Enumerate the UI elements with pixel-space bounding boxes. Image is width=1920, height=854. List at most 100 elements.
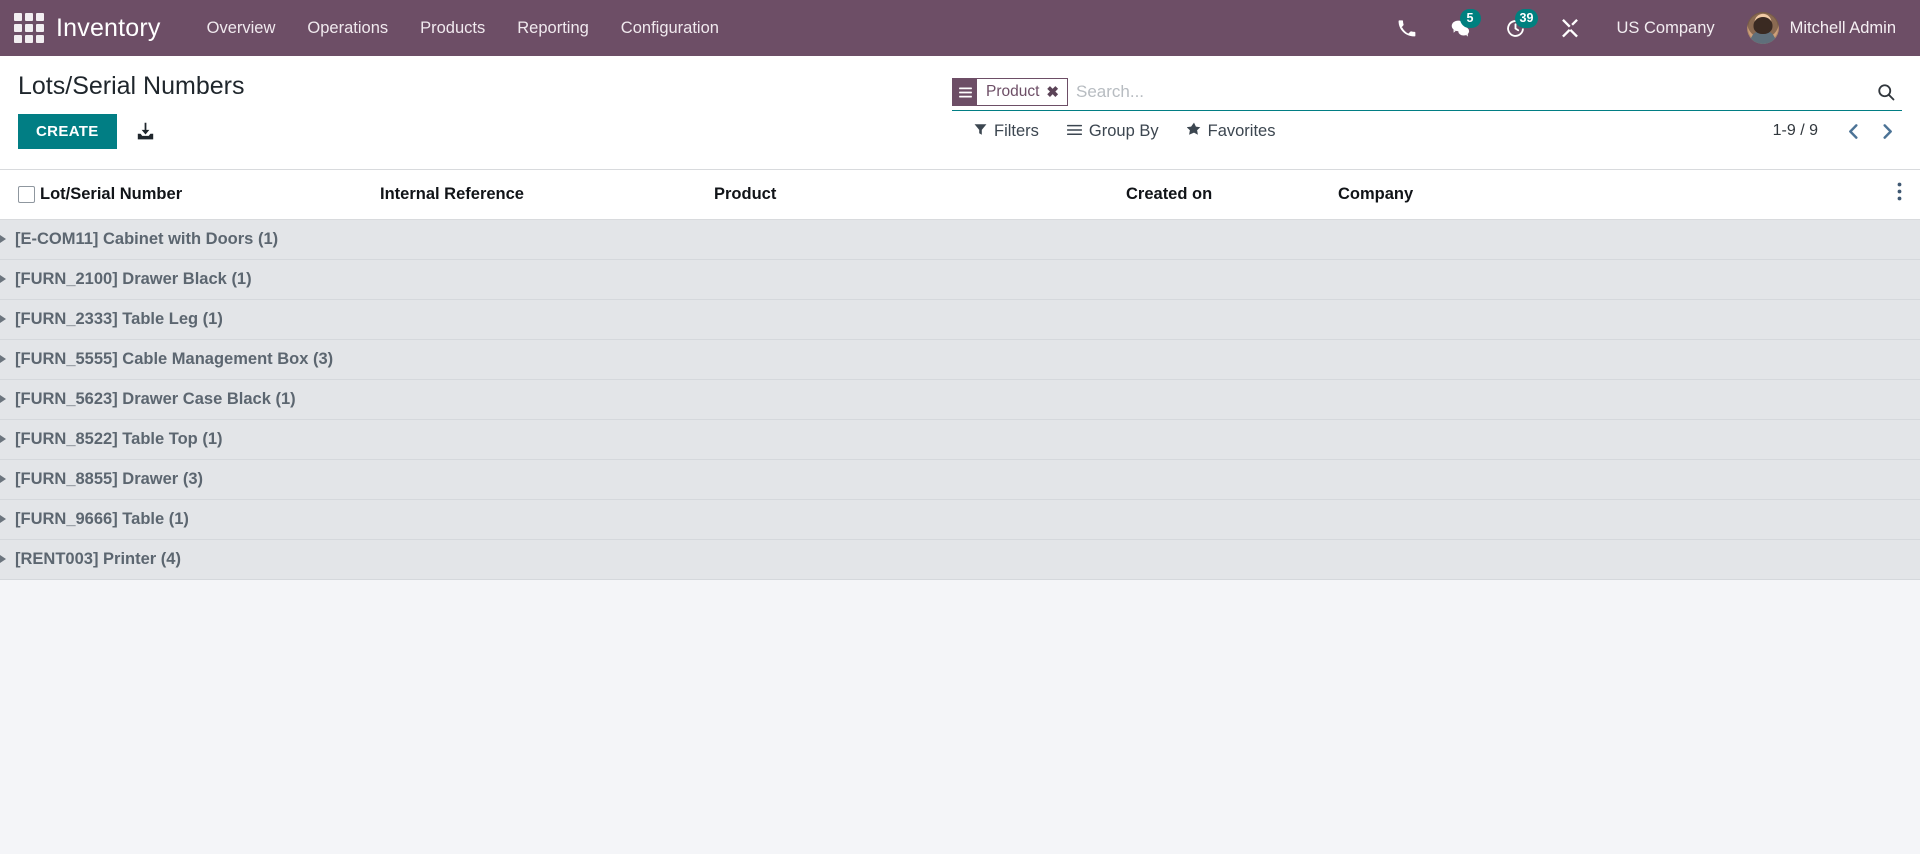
company-switcher[interactable]: US Company <box>1597 19 1735 38</box>
filter-funnel-icon <box>974 123 987 140</box>
user-name: Mitchell Admin <box>1789 18 1896 37</box>
table-group-row[interactable]: [FURN_5555] Cable Management Box (3) <box>0 339 1920 380</box>
list-view: Lot/Serial Number Internal Reference Pro… <box>0 170 1920 780</box>
pager-next-button[interactable] <box>1872 116 1902 146</box>
app-brand-title[interactable]: Inventory <box>56 14 161 43</box>
chevron-right-icon[interactable] <box>0 275 6 283</box>
filters-dropdown[interactable]: Filters <box>974 123 1039 140</box>
filters-label: Filters <box>994 121 1039 140</box>
search-zone: Product ✖ <box>952 56 1920 169</box>
page-title: Lots/Serial Numbers <box>18 72 245 100</box>
chevron-right-icon[interactable] <box>0 555 6 563</box>
table-group-row[interactable]: [FURN_2333] Table Leg (1) <box>0 299 1920 340</box>
group-by-icon <box>953 79 977 105</box>
chevron-right-icon[interactable] <box>0 515 6 523</box>
search-input[interactable] <box>1076 78 1866 106</box>
group-row-count: (3) <box>313 350 334 368</box>
search-options-row: Filters Group By Favorites 1-9 / 9 <box>952 116 1902 146</box>
developer-tools-icon[interactable] <box>1543 0 1597 56</box>
chevron-right-icon[interactable] <box>0 475 6 483</box>
group-row-count: (1) <box>257 230 279 248</box>
table-group-row[interactable]: [E-COM11] Cabinet with Doors (1) <box>0 219 1920 260</box>
chevron-right-icon[interactable] <box>0 315 6 323</box>
group-row-count: (1) <box>202 310 223 328</box>
group-by-dropdown[interactable]: Group By <box>1066 121 1159 140</box>
nav-menu-operations[interactable]: Operations <box>291 1 404 56</box>
select-all-checkbox[interactable] <box>18 185 35 203</box>
search-dropdowns: Filters Group By Favorites <box>974 122 1275 140</box>
table-group-row[interactable]: [FURN_8855] Drawer (3) <box>0 459 1920 500</box>
pager: 1-9 / 9 <box>1773 116 1902 146</box>
top-navbar: Inventory Overview Operations Products R… <box>0 0 1920 56</box>
pager-previous-button[interactable] <box>1838 116 1868 146</box>
close-icon[interactable]: ✖ <box>1046 85 1059 100</box>
group-row-cell: [FURN_9666] Table (1) <box>0 499 1920 540</box>
favorites-label: Favorites <box>1207 121 1276 140</box>
column-header-lot[interactable]: Lot/Serial Number <box>40 170 380 220</box>
table-group-row[interactable]: [RENT003] Printer (4) <box>0 539 1920 580</box>
group-by-label: Group By <box>1088 121 1159 140</box>
pager-value: 1-9 / 9 <box>1772 122 1818 139</box>
activities-clock-icon[interactable]: 39 <box>1488 0 1543 56</box>
group-row-label: [FURN_2100] Drawer Black <box>15 270 227 288</box>
nav-menu-reporting[interactable]: Reporting <box>501 1 605 56</box>
group-row-label: [FURN_8522] Table Top <box>15 430 198 448</box>
import-download-icon[interactable] <box>131 117 160 146</box>
group-row-label: [FURN_8855] Drawer <box>15 470 179 488</box>
table-group-row[interactable]: [FURN_2100] Drawer Black (1) <box>0 259 1920 300</box>
group-row-cell: [E-COM11] Cabinet with Doors (1) <box>0 219 1920 260</box>
control-panel-buttons: CREATE <box>18 114 160 149</box>
nav-menu-products[interactable]: Products <box>404 1 501 56</box>
apps-grid-icon[interactable] <box>12 11 46 45</box>
nav-menu-overview[interactable]: Overview <box>191 1 292 56</box>
favorites-dropdown[interactable]: Favorites <box>1186 121 1276 140</box>
optional-columns-header <box>1858 170 1920 220</box>
group-row-label: [FURN_5555] Cable Management Box <box>15 350 309 368</box>
nav-menu-configuration[interactable]: Configuration <box>605 1 735 56</box>
group-row-count: (4) <box>160 550 181 568</box>
lots-serial-numbers-table: Lot/Serial Number Internal Reference Pro… <box>0 170 1920 580</box>
searchview: Product ✖ <box>952 78 1902 111</box>
group-row-label: [E-COM11] Cabinet with Doors <box>15 230 254 248</box>
search-facet-product[interactable]: Product ✖ <box>952 78 1068 106</box>
table-group-row[interactable]: [FURN_8522] Table Top (1) <box>0 419 1920 460</box>
column-header-created-on[interactable]: Created on <box>1126 170 1338 220</box>
column-header-company[interactable]: Company <box>1338 170 1858 220</box>
group-row-label: [RENT003] Printer <box>15 550 157 568</box>
group-row-cell: [FURN_2333] Table Leg (1) <box>0 299 1920 340</box>
group-row-cell: [FURN_8522] Table Top (1) <box>0 419 1920 460</box>
table-group-row[interactable]: [FURN_9666] Table (1) <box>0 499 1920 540</box>
group-row-label: [FURN_9666] Table <box>15 510 165 528</box>
chevron-right-icon[interactable] <box>0 435 6 443</box>
star-icon <box>1186 122 1201 140</box>
phone-icon[interactable] <box>1380 0 1433 56</box>
group-row-cell: [FURN_5623] Drawer Case Black (1) <box>0 379 1920 420</box>
group-row-label: [FURN_2333] Table Leg <box>15 310 199 328</box>
table-group-row[interactable]: [FURN_5623] Drawer Case Black (1) <box>0 379 1920 420</box>
navbar-right-group: 5 39 US Company Mitchell Admin <box>1380 0 1903 56</box>
select-all-header <box>0 170 40 220</box>
vertical-dots-icon[interactable] <box>1897 182 1902 206</box>
control-panel: Lots/Serial Numbers CREATE Product ✖ Sea… <box>0 56 1920 170</box>
chevron-right-icon[interactable] <box>0 395 6 403</box>
column-header-internal-reference[interactable]: Internal Reference <box>380 170 714 220</box>
search-facet-label-group: Product ✖ <box>977 79 1067 105</box>
table-body: [E-COM11] Cabinet with Doors (1) [FURN_2… <box>0 219 1920 580</box>
column-header-product[interactable]: Product <box>714 170 1126 220</box>
messaging-icon[interactable]: 5 <box>1433 0 1488 56</box>
create-button[interactable]: CREATE <box>18 114 117 149</box>
messaging-badge: 5 <box>1459 9 1481 28</box>
group-row-cell: [FURN_8855] Drawer (3) <box>0 459 1920 500</box>
user-menu[interactable]: Mitchell Admin <box>1735 12 1902 44</box>
group-row-count: (3) <box>182 470 203 488</box>
search-facets: Product ✖ <box>952 78 1070 106</box>
avatar <box>1746 12 1779 44</box>
group-row-count: (1) <box>275 390 296 408</box>
search-facet-label: Product <box>986 83 1040 100</box>
chevron-right-icon[interactable] <box>0 355 6 363</box>
activities-badge: 39 <box>1514 9 1539 28</box>
chevron-right-icon[interactable] <box>0 235 6 243</box>
group-row-count: (1) <box>231 270 252 288</box>
group-by-icon <box>1066 123 1082 140</box>
search-icon[interactable] <box>1866 82 1902 102</box>
